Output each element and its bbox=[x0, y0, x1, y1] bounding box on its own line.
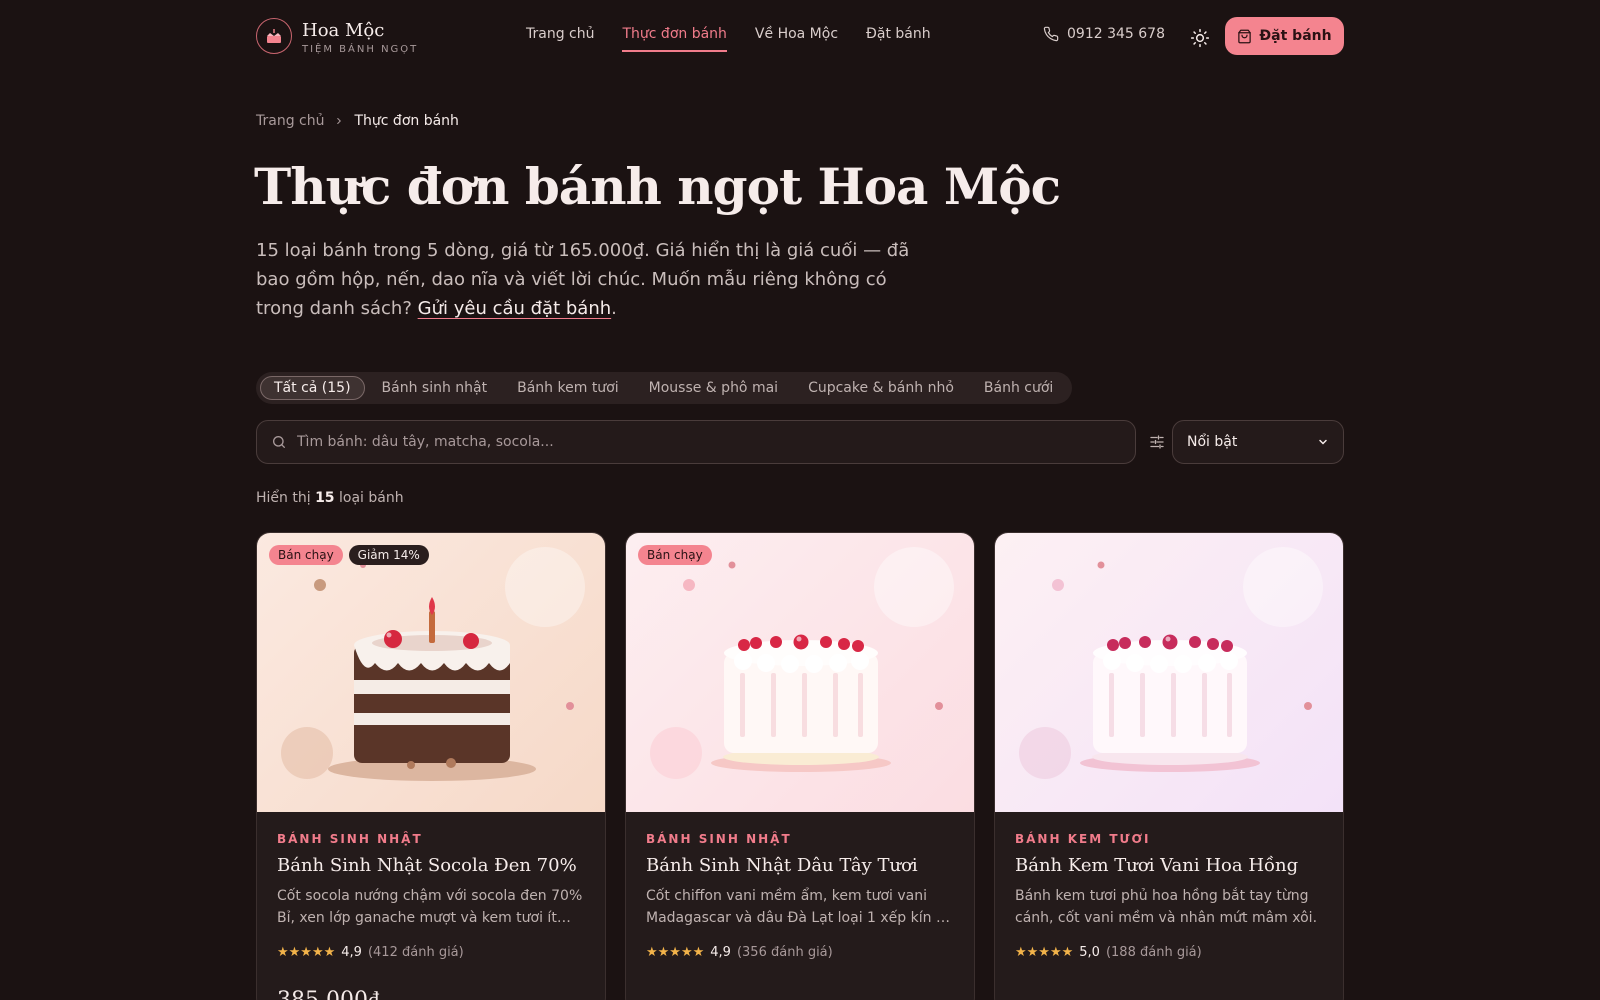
sort-select[interactable]: Nổi bật bbox=[1172, 420, 1344, 464]
product-category: BÁNH SINH NHẬT bbox=[646, 832, 792, 846]
breadcrumb-current: Thực đơn bánh bbox=[354, 113, 459, 129]
product-rating: ★★★★★ 4,9 (356 đánh giá) bbox=[646, 945, 833, 960]
filter-sliders-icon[interactable] bbox=[1148, 433, 1166, 451]
page-intro: 15 loại bánh trong 5 dòng, giá từ 165.00… bbox=[256, 236, 936, 323]
tab-fresh-cream[interactable]: Bánh kem tươi bbox=[504, 376, 632, 400]
nav-item-home[interactable]: Trang chủ bbox=[526, 26, 594, 42]
breadcrumb-home[interactable]: Trang chủ bbox=[256, 113, 324, 129]
shopping-bag-icon bbox=[1238, 29, 1252, 43]
product-name[interactable]: Bánh Kem Tươi Vani Hoa Hồng bbox=[1015, 855, 1298, 876]
chevron-down-icon bbox=[1319, 439, 1327, 445]
product-category: BÁNH SINH NHẬT bbox=[277, 832, 423, 846]
logo-cake-icon[interactable] bbox=[256, 18, 292, 54]
product-image-strawberry-cake: Bán chạy bbox=[626, 533, 974, 812]
badge-bestseller: Bán chạy bbox=[638, 545, 712, 565]
main-nav: Trang chủ Thực đơn bánh Về Hoa Mộc Đặt b… bbox=[526, 26, 931, 52]
badge-list: Bán chạy bbox=[638, 545, 712, 565]
rating-value: 4,9 bbox=[710, 945, 731, 960]
tab-mousse-cheese[interactable]: Mousse & phô mai bbox=[636, 376, 791, 400]
badge-discount: Giảm 14% bbox=[348, 545, 429, 565]
product-price: 385.000₫ bbox=[277, 987, 379, 1000]
intro-end: . bbox=[611, 298, 617, 319]
rating-value: 4,9 bbox=[341, 945, 362, 960]
star-rating-icon: ★★★★★ bbox=[646, 945, 705, 960]
search-box bbox=[256, 420, 1136, 464]
product-category: BÁNH KEM TƯƠI bbox=[1015, 832, 1151, 846]
product-card[interactable]: Bán chạy Giảm 14% BÁNH SINH NHẬT Bánh Si… bbox=[256, 532, 606, 1000]
order-button-label: Đặt bánh bbox=[1259, 28, 1332, 44]
category-tabs: Tất cả (15) Bánh sinh nhật Bánh kem tươi… bbox=[256, 372, 1072, 404]
review-count: (412 đánh giá) bbox=[367, 945, 464, 960]
theme-toggle-sun-icon[interactable] bbox=[1188, 26, 1212, 50]
page-title: Thực đơn bánh ngọt Hoa Mộc bbox=[254, 157, 1061, 216]
chevron-right-icon bbox=[337, 117, 342, 125]
product-rating: ★★★★★ 5,0 (188 đánh giá) bbox=[1015, 945, 1202, 960]
results-count: Hiển thị 15 loại bánh bbox=[256, 490, 404, 506]
phone-link[interactable]: 0912 345 678 bbox=[1043, 26, 1165, 42]
product-description: Cốt socola nướng chậm với socola đen 70%… bbox=[277, 888, 583, 926]
tab-all[interactable]: Tất cả (15) bbox=[260, 376, 365, 400]
product-image-chocolate-cake: Bán chạy Giảm 14% bbox=[257, 533, 605, 812]
badge-bestseller: Bán chạy bbox=[269, 545, 343, 565]
star-rating-icon: ★★★★★ bbox=[1015, 945, 1074, 960]
results-number: 15 bbox=[315, 490, 335, 506]
breadcrumb: Trang chủ Thực đơn bánh bbox=[256, 113, 459, 129]
phone-number: 0912 345 678 bbox=[1067, 26, 1165, 42]
nav-item-order[interactable]: Đặt bánh bbox=[866, 26, 931, 42]
rating-value: 5,0 bbox=[1079, 945, 1100, 960]
tab-cupcake[interactable]: Cupcake & bánh nhỏ bbox=[795, 376, 967, 400]
order-button[interactable]: Đặt bánh bbox=[1225, 17, 1344, 55]
product-name[interactable]: Bánh Sinh Nhật Dâu Tây Tươi bbox=[646, 855, 918, 876]
review-count: (356 đánh giá) bbox=[736, 945, 833, 960]
review-count: (188 đánh giá) bbox=[1105, 945, 1202, 960]
nav-item-menu[interactable]: Thực đơn bánh bbox=[622, 26, 728, 52]
product-description: Bánh kem tươi phủ hoa hồng bắt tay từng … bbox=[1015, 888, 1318, 926]
star-rating-icon: ★★★★★ bbox=[277, 945, 336, 960]
search-icon bbox=[273, 436, 285, 448]
product-card[interactable]: BÁNH KEM TƯƠI Bánh Kem Tươi Vani Hoa Hồn… bbox=[994, 532, 1344, 1000]
nav-item-about[interactable]: Về Hoa Mộc bbox=[755, 26, 838, 42]
brand-name[interactable]: Hoa Mộc bbox=[302, 20, 384, 41]
search-input[interactable] bbox=[297, 434, 1117, 450]
site-header: Hoa Mộc TIỆM BÁNH NGỌT Trang chủ Thực đơ… bbox=[0, 0, 1600, 76]
phone-icon bbox=[1043, 26, 1059, 42]
sort-value: Nổi bật bbox=[1187, 434, 1238, 450]
results-suffix: loại bánh bbox=[339, 490, 404, 506]
order-request-link[interactable]: Gửi yêu cầu đặt bánh bbox=[418, 298, 612, 319]
product-name[interactable]: Bánh Sinh Nhật Socola Đen 70% bbox=[277, 855, 577, 876]
product-image-rose-cake bbox=[995, 533, 1343, 812]
product-rating: ★★★★★ 4,9 (412 đánh giá) bbox=[277, 945, 464, 960]
product-card[interactable]: Bán chạy BÁNH SINH NHẬT Bánh Sinh Nhật D… bbox=[625, 532, 975, 1000]
results-prefix: Hiển thị bbox=[256, 490, 311, 506]
brand-tagline: TIỆM BÁNH NGỌT bbox=[302, 44, 419, 55]
tab-wedding[interactable]: Bánh cưới bbox=[971, 376, 1066, 400]
badge-list: Bán chạy Giảm 14% bbox=[269, 545, 429, 565]
tab-birthday[interactable]: Bánh sinh nhật bbox=[369, 376, 501, 400]
product-description: Cốt chiffon vani mềm ẩm, kem tươi vani M… bbox=[646, 888, 954, 926]
